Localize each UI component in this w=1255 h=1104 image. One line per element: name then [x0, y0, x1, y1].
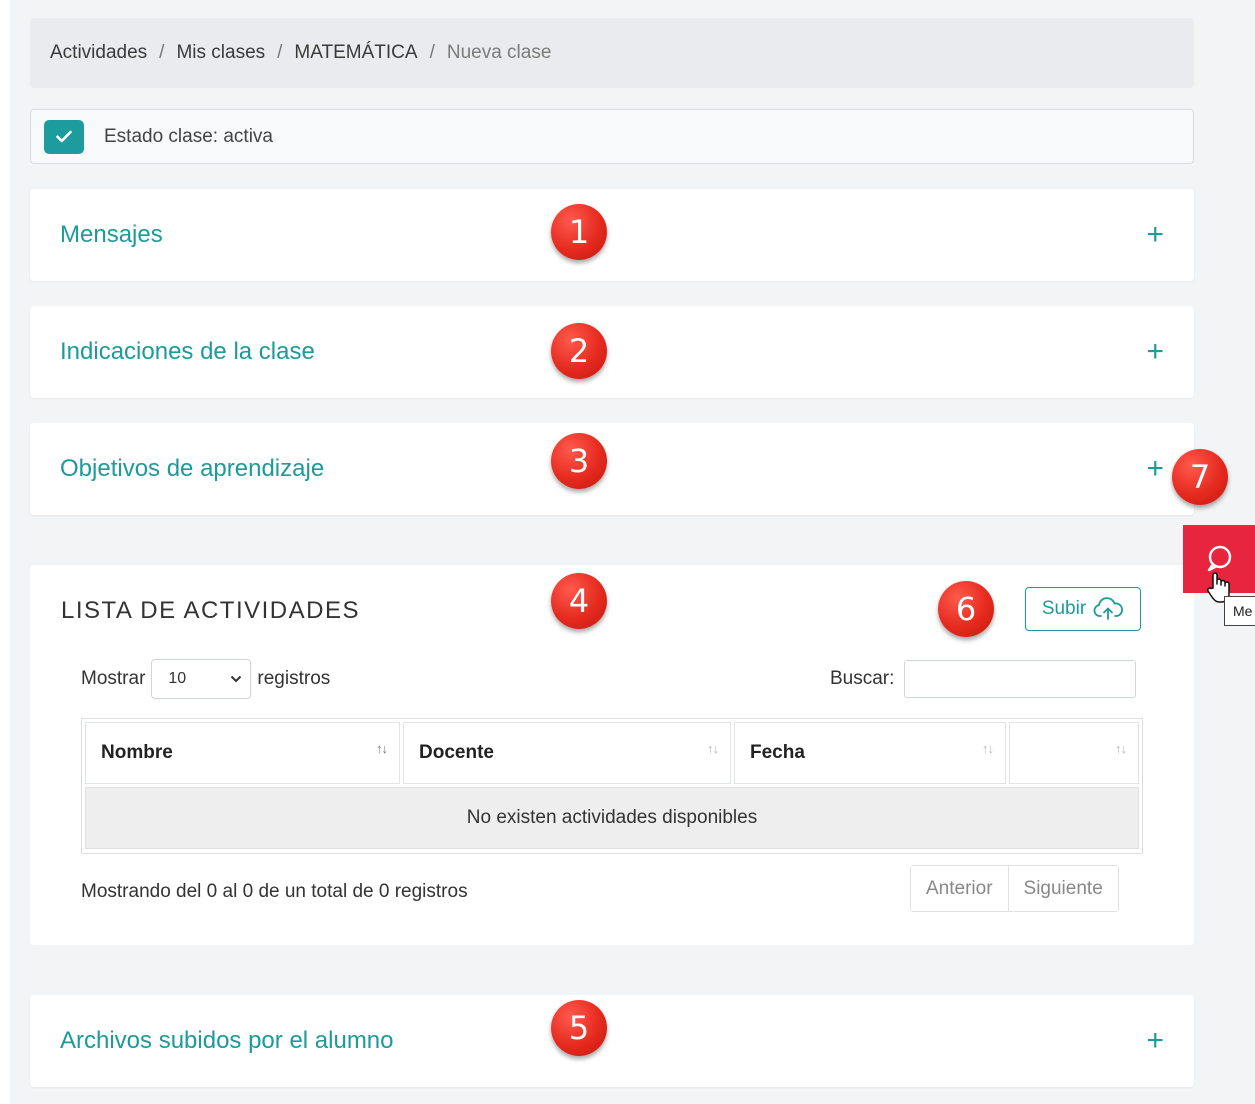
section-objetivos-title[interactable]: Objetivos de aprendizaje [60, 455, 324, 483]
annotation-badge-1: 1 [551, 204, 607, 260]
page: Actividades / Mis clases / MATEMÁTICA / … [10, 0, 1255, 1104]
annotation-badge-7: 7 [1172, 449, 1228, 505]
siguiente-button[interactable]: Siguiente [1007, 866, 1118, 911]
subir-button[interactable]: Subir [1025, 587, 1141, 631]
chevron-down-icon [231, 675, 242, 683]
table-empty-row: No existen actividades disponibles [85, 787, 1139, 849]
column-header-fecha[interactable]: Fecha ↑↓ [734, 722, 1006, 784]
breadcrumb-item-actividades[interactable]: Actividades [50, 42, 147, 64]
pagination: Anterior Siguiente [910, 865, 1119, 912]
subir-label: Subir [1041, 598, 1087, 619]
page-size-select[interactable]: 10 [151, 659, 252, 699]
sort-icon: ↑↓ [376, 741, 388, 756]
annotation-badge-5: 5 [551, 1000, 607, 1056]
section-archivos[interactable]: Archivos subidos por el alumno + [30, 995, 1194, 1087]
search-input[interactable] [904, 660, 1137, 698]
breadcrumb-separator: / [159, 42, 165, 63]
estado-label: Estado clase: activa [104, 125, 273, 147]
table-header: Nombre ↑↓ Docente ↑↓ Fecha ↑↓ ↑↓ [85, 722, 1139, 784]
sort-icon: ↑↓ [982, 741, 994, 756]
section-mensajes[interactable]: Mensajes + [30, 189, 1194, 281]
search-control: Buscar: [830, 660, 1137, 698]
page-size-value: 10 [168, 670, 187, 687]
expand-objetivos-icon[interactable]: + [1146, 454, 1164, 484]
section-indicaciones-title[interactable]: Indicaciones de la clase [60, 338, 315, 366]
sort-icon: ↑↓ [1115, 741, 1127, 756]
breadcrumb-item-mis-clases[interactable]: Mis clases [176, 42, 265, 64]
actividades-table: Nombre ↑↓ Docente ↑↓ Fecha ↑↓ ↑↓ No exis… [81, 718, 1143, 854]
expand-archivos-icon[interactable]: + [1146, 1026, 1164, 1056]
column-header-label: Nombre [101, 742, 173, 763]
breadcrumb-separator: / [429, 42, 435, 63]
sort-icon: ↑↓ [707, 741, 719, 756]
cloud-upload-icon [1093, 597, 1124, 620]
column-header-docente[interactable]: Docente ↑↓ [403, 722, 731, 784]
column-header-label: Fecha [750, 742, 805, 763]
actividades-title: LISTA DE ACTIVIDADES [61, 597, 360, 624]
check-icon [56, 130, 72, 143]
estado-clase-row: Estado clase: activa [30, 109, 1194, 164]
breadcrumb-separator: / [277, 42, 283, 63]
expand-mensajes-icon[interactable]: + [1146, 220, 1164, 250]
mostrar-label: Mostrar [81, 668, 146, 689]
column-header-nombre[interactable]: Nombre ↑↓ [85, 722, 400, 784]
annotation-badge-3: 3 [551, 433, 607, 489]
anterior-button[interactable]: Anterior [911, 866, 1008, 911]
table-info: Mostrando del 0 al 0 de un total de 0 re… [81, 881, 468, 902]
page-size-control: Mostrar 10 registros [81, 659, 330, 699]
column-header-acciones[interactable]: ↑↓ [1009, 722, 1139, 784]
annotation-badge-4: 4 [551, 573, 607, 629]
column-header-label: Docente [419, 742, 494, 763]
breadcrumb-current: Nueva clase [446, 42, 552, 63]
annotation-badge-6: 6 [938, 581, 994, 637]
section-indicaciones[interactable]: Indicaciones de la clase + [30, 306, 1194, 398]
actividades-panel: LISTA DE ACTIVIDADES Subir Mostrar 10 re… [30, 565, 1194, 945]
annotation-badge-2: 2 [551, 323, 607, 379]
section-archivos-title[interactable]: Archivos subidos por el alumno [60, 1027, 394, 1055]
search-label: Buscar: [830, 668, 895, 689]
chat-tooltip: Me [1224, 596, 1255, 626]
section-mensajes-title[interactable]: Mensajes [60, 221, 163, 249]
estado-checkbox[interactable] [44, 119, 84, 154]
breadcrumb-item-matematica[interactable]: MATEMÁTICA [294, 42, 417, 64]
breadcrumb: Actividades / Mis clases / MATEMÁTICA / … [30, 18, 1194, 88]
registros-label: registros [257, 668, 331, 689]
expand-indicaciones-icon[interactable]: + [1146, 337, 1164, 367]
section-objetivos[interactable]: Objetivos de aprendizaje + [30, 423, 1194, 515]
